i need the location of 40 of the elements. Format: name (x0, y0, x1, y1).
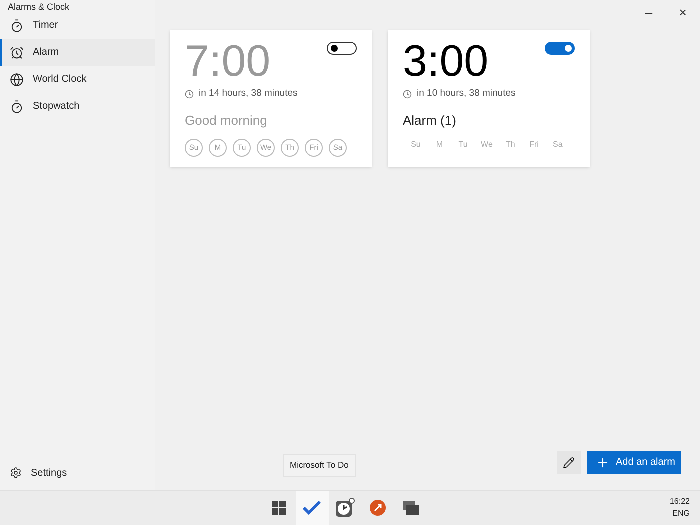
tooltip: Microsoft To Do (283, 454, 356, 477)
alarm-name: Alarm (1) (403, 112, 458, 130)
minimize-button[interactable]: – (632, 0, 666, 25)
weekday-label[interactable]: Fri (525, 138, 544, 151)
taskbar-app-button[interactable] (296, 491, 328, 525)
alarm-time: 7:00 (185, 40, 271, 84)
window-title: Alarms & Clock (7, 1, 71, 12)
nav-item[interactable]: Timer (0, 12, 155, 39)
stopwatch-icon (10, 100, 24, 114)
arrow-circle-icon (370, 500, 386, 516)
alarm-name: Good morning (185, 112, 268, 130)
taskbar-clock: 16:22 (670, 496, 690, 508)
stacked-windows-icon (403, 501, 419, 515)
settings-item[interactable]: Settings (0, 459, 155, 487)
add-alarm-button[interactable]: Add an alarm (587, 451, 681, 474)
edit-button[interactable] (557, 451, 581, 474)
nav-item[interactable]: Alarm (0, 39, 155, 66)
pencil-icon (563, 456, 575, 468)
plus-icon (596, 456, 610, 470)
windows-logo-icon (272, 501, 286, 515)
timer-icon (10, 18, 24, 32)
weekday-label[interactable]: M (430, 138, 449, 151)
toggle-switch[interactable] (545, 42, 575, 55)
weekday-label[interactable]: Sa (548, 138, 567, 151)
nav-item[interactable]: Stopwatch (0, 93, 155, 120)
time-remaining: in 14 hours, 38 minutes (199, 87, 298, 101)
nav-item[interactable]: World Clock (0, 66, 155, 93)
weekday-label[interactable]: Th (502, 138, 520, 151)
weekday-label[interactable]: We (478, 138, 496, 151)
toggle-switch[interactable] (327, 42, 357, 55)
alarm-time: 3:00 (403, 40, 489, 84)
clock-icon (335, 498, 355, 518)
language-indicator: ENG (672, 508, 690, 520)
checkmark-icon (303, 501, 321, 515)
weekday-label[interactable]: Tu (454, 138, 472, 151)
alarm-card[interactable]: 3:00 in 10 hours, 38 minutes Alarm (1) Su M Tu We Th Fri Sa (388, 30, 590, 167)
time-remaining: in 10 hours, 38 minutes (417, 87, 516, 101)
weekday-label[interactable]: Su (407, 138, 425, 151)
settings-icon (10, 467, 22, 479)
close-button[interactable]: × (666, 0, 700, 25)
